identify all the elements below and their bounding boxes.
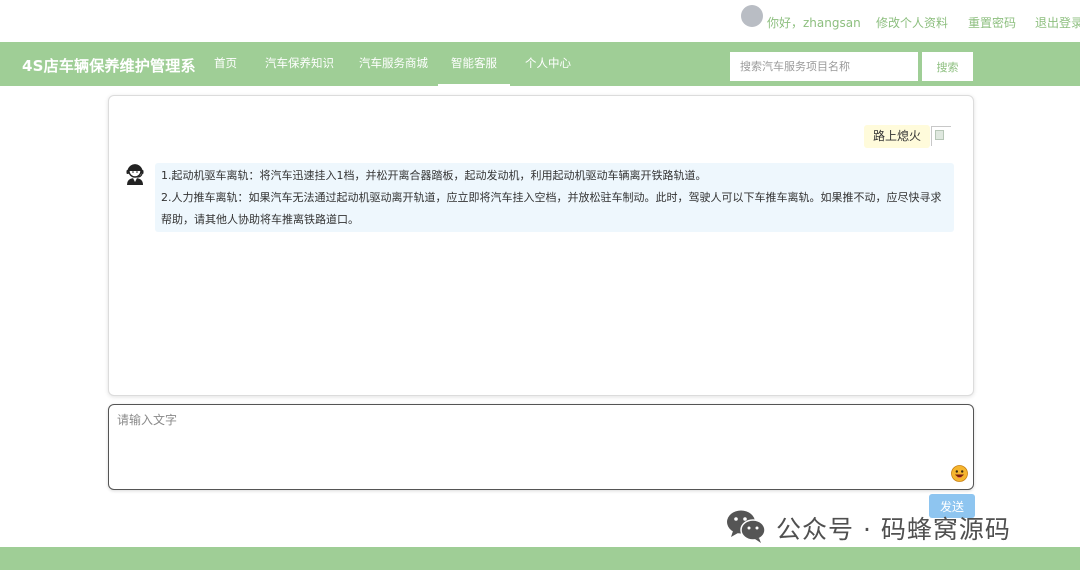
nav-item-home[interactable]: 首页 (214, 42, 237, 86)
wechat-icon (727, 510, 766, 543)
logout-link[interactable]: 退出登录 (1035, 14, 1080, 31)
nav-item-personal-center[interactable]: 个人中心 (525, 42, 571, 86)
search-button[interactable]: 搜索 (922, 52, 973, 81)
edit-profile-link[interactable]: 修改个人资料 (876, 14, 948, 31)
footer-bar (0, 547, 1080, 570)
nav-item-service-mall[interactable]: 汽车服务商城 (359, 42, 428, 86)
user-message-bubble: 路上熄火 (864, 125, 931, 148)
nav-item-maintenance-knowledge[interactable]: 汽车保养知识 (265, 42, 334, 86)
bot-message-line: 1.起动机驱车离轨：将汽车迅速挂入1档，并松开离合器踏板，起动发动机，利用起动机… (161, 169, 707, 182)
site-title: 4S店车辆保养维护管理系 (22, 57, 196, 75)
message-input[interactable] (108, 404, 974, 490)
main-nav: 4S店车辆保养维护管理系 首页 汽车保养知识 汽车服务商城 智能客服 个人中心 … (0, 42, 1080, 86)
user-avatar-icon[interactable] (741, 5, 763, 27)
nav-item-smart-service[interactable]: 智能客服 (438, 42, 510, 86)
chat-history-panel[interactable] (108, 95, 974, 396)
greeting-text: 你好，zhangsan (767, 16, 861, 30)
reset-password-link[interactable]: 重置密码 (968, 14, 1016, 31)
smiley-emoji-icon[interactable] (951, 465, 968, 482)
bot-message-bubble: 1.起动机驱车离轨：将汽车迅速挂入1档，并松开离合器踏板，起动发动机，利用起动机… (155, 163, 954, 232)
broken-image-icon (931, 126, 951, 146)
search-input[interactable] (730, 52, 918, 81)
watermark-text: 公众号 · 码蜂窝源码 (776, 515, 1011, 544)
user-bar: 你好，zhangsan 修改个人资料 重置密码 退出登录 (0, 0, 1080, 42)
bot-message-line: 2.人力推车离轨：如果汽车无法通过起动机驱动离开轨道，应立即将汽车挂入空档，并放… (161, 191, 942, 226)
customer-service-agent-icon (126, 164, 144, 185)
